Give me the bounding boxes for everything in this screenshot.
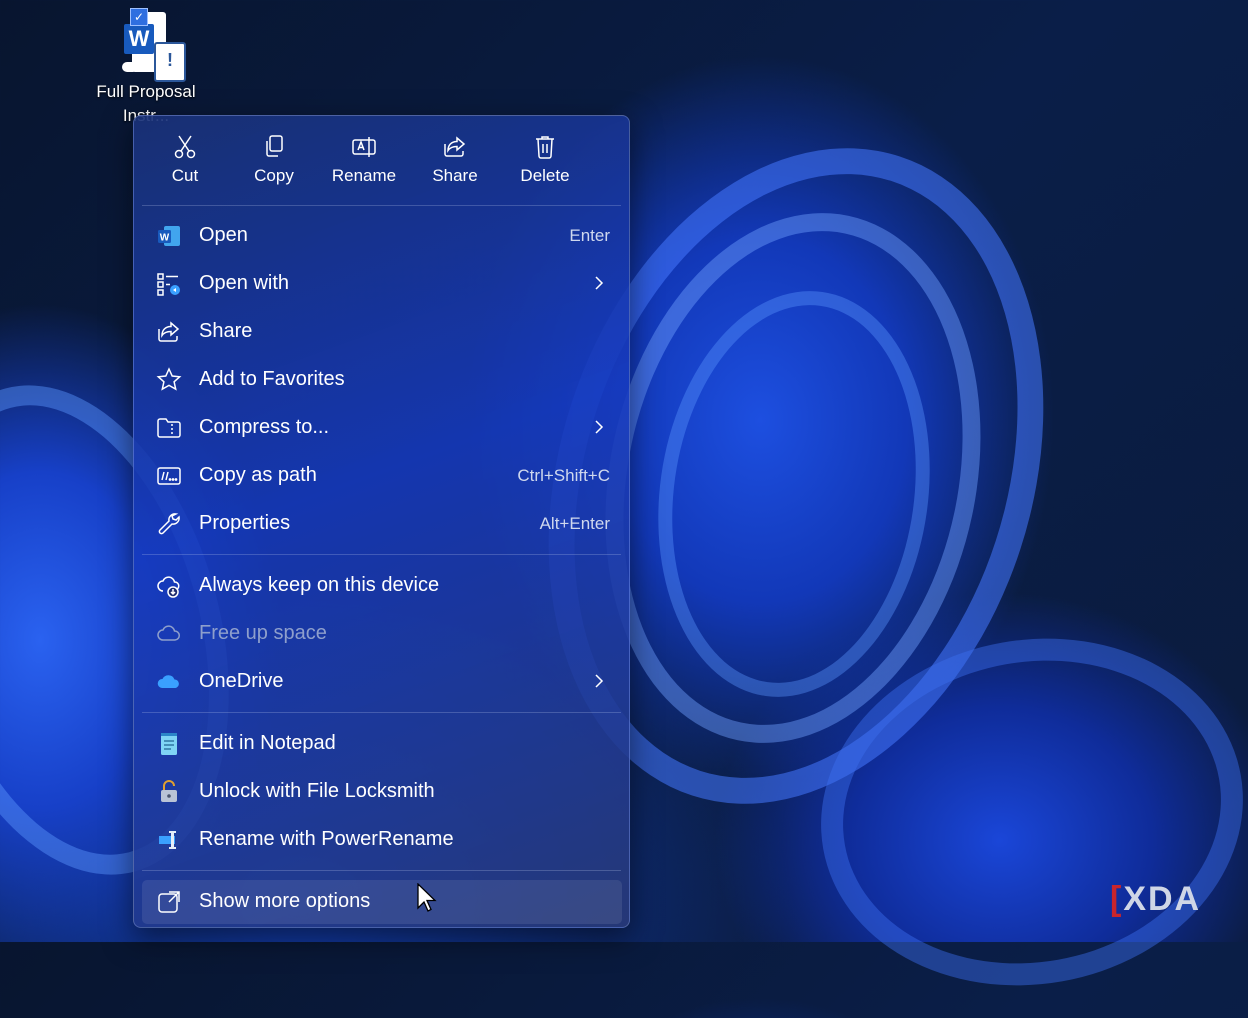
- external-icon: [158, 891, 180, 913]
- menu-item-open[interactable]: W Open Enter: [142, 214, 622, 258]
- xda-watermark: [XDA: [1110, 880, 1202, 918]
- menu-item-label: Always keep on this device: [199, 574, 440, 596]
- menu-item-open-with[interactable]: Open with: [142, 262, 622, 306]
- menu-item-share[interactable]: Share: [142, 310, 622, 354]
- menu-item-show-more-options[interactable]: Show more options: [142, 880, 622, 924]
- cut-button[interactable]: Cut: [145, 130, 225, 196]
- menu-item-copy-as-path[interactable]: Copy as path Ctrl+Shift+C: [142, 454, 622, 498]
- scissors-icon: [174, 135, 196, 159]
- desktop-file-label: Full Proposal: [96, 82, 196, 101]
- menu-item-label: Share: [199, 320, 253, 342]
- menu-item-label: Edit in Notepad: [199, 732, 336, 754]
- notepad-icon: [161, 733, 177, 755]
- desktop-file-icon[interactable]: ! W ✓ Full Proposal Instr...: [88, 6, 204, 128]
- wallpaper-swirl: [632, 273, 956, 715]
- menu-item-add-to-favorites[interactable]: Add to Favorites: [142, 358, 622, 402]
- rename-icon: [352, 137, 376, 157]
- copy-label: Copy: [254, 166, 294, 185]
- menu-separator: [142, 712, 621, 713]
- context-menu: Cut Copy Rename Share Delete W Open Ente…: [133, 115, 630, 928]
- menu-item-label: Open with: [199, 272, 290, 294]
- menu-item-label: Show more options: [199, 890, 371, 912]
- delete-label: Delete: [520, 166, 570, 185]
- path-icon: [157, 467, 181, 485]
- menu-item-label: Open: [199, 224, 248, 246]
- onedrive-icon: [157, 675, 179, 688]
- copy-icon: [266, 135, 283, 157]
- xda-watermark-text: XDA: [1123, 880, 1202, 918]
- mouse-cursor-icon: [417, 883, 437, 912]
- share-label: Share: [432, 166, 478, 185]
- chevron-right-icon: [595, 674, 604, 688]
- word-icon: W: [158, 226, 180, 246]
- menu-item-compress-to[interactable]: Compress to...: [142, 406, 622, 450]
- zip-folder-icon: [157, 418, 181, 438]
- chevron-right-icon: [595, 276, 604, 290]
- star-icon: [156, 367, 182, 391]
- rename-button[interactable]: Rename: [324, 130, 404, 196]
- rename-label: Rename: [331, 166, 397, 185]
- cloud-icon: [157, 625, 180, 641]
- menu-item-edit-in-notepad[interactable]: Edit in Notepad: [142, 722, 622, 766]
- menu-item-shortcut: Enter: [569, 226, 610, 245]
- share-icon: [444, 136, 466, 157]
- cut-label: Cut: [171, 166, 199, 185]
- delete-button[interactable]: Delete: [505, 130, 585, 196]
- word-document-icon: ! W ✓: [110, 6, 186, 82]
- menu-item-label: Unlock with File Locksmith: [199, 780, 435, 802]
- menu-item-label: OneDrive: [199, 670, 284, 692]
- menu-item-label: Properties: [199, 512, 291, 534]
- chevron-right-icon: [595, 420, 604, 434]
- share-icon: [158, 321, 180, 342]
- share-button[interactable]: Share: [415, 130, 495, 196]
- open-with-icon: [157, 273, 180, 296]
- menu-item-label: Add to Favorites: [199, 368, 345, 390]
- menu-item-label: Compress to...: [199, 416, 330, 438]
- powerrename-icon: [159, 831, 176, 849]
- menu-item-always-keep[interactable]: Always keep on this device: [142, 564, 622, 608]
- lock-icon: [161, 780, 177, 802]
- wrench-icon: [158, 513, 180, 535]
- svg-text:W: W: [160, 233, 170, 244]
- menu-item-label: Free up space: [199, 622, 327, 644]
- context-menu-toolbar: Cut Copy Rename Share Delete: [134, 116, 629, 204]
- wallpaper-swirl: [793, 605, 1248, 1018]
- trash-icon: [536, 136, 554, 159]
- menu-item-label: Rename with PowerRename: [199, 828, 454, 850]
- menu-item-properties[interactable]: Properties Alt+Enter: [142, 502, 622, 546]
- menu-item-shortcut: Alt+Enter: [539, 514, 610, 533]
- menu-item-label: Copy as path: [199, 464, 317, 486]
- menu-item-onedrive[interactable]: OneDrive: [142, 660, 622, 704]
- menu-item-powerrename[interactable]: Rename with PowerRename: [142, 818, 622, 862]
- copy-button[interactable]: Copy: [234, 130, 314, 196]
- menu-separator: [142, 205, 621, 206]
- menu-separator: [142, 554, 621, 555]
- cloud-download-icon: [157, 576, 180, 598]
- menu-separator: [142, 870, 621, 871]
- menu-item-shortcut: Ctrl+Shift+C: [517, 466, 610, 485]
- menu-item-free-up-space[interactable]: Free up space: [142, 612, 622, 656]
- menu-item-unlock-locksmith[interactable]: Unlock with File Locksmith: [142, 770, 622, 814]
